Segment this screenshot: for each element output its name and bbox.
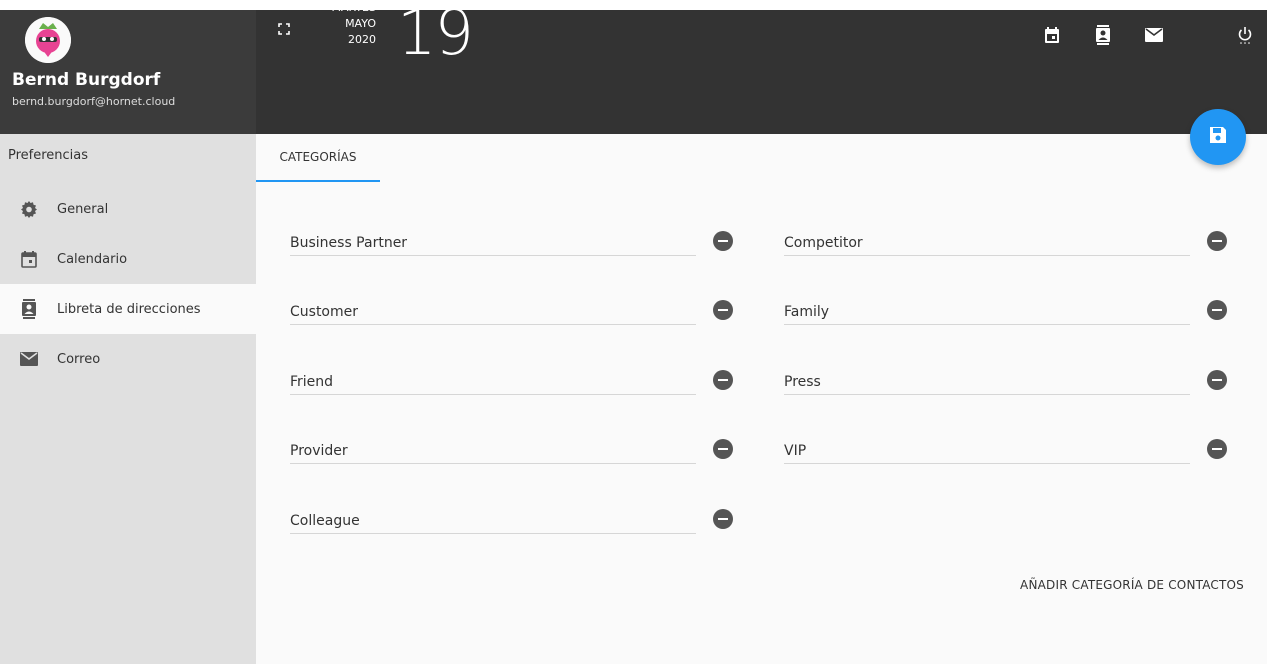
sidebar: Preferencias General Calendario Libreta … — [0, 134, 256, 664]
add-category-button[interactable]: AÑADIR CATEGORÍA DE CONTACTOS — [1020, 578, 1244, 592]
category-field[interactable]: Customer — [290, 295, 696, 325]
remove-category-button[interactable] — [1207, 439, 1227, 459]
main-content: CATEGORÍAS Business Partner Competitor C… — [256, 134, 1267, 664]
remove-category-button[interactable] — [713, 509, 733, 529]
remove-category-button[interactable] — [713, 370, 733, 390]
sidebar-item-label: General — [57, 201, 109, 217]
user-email: bernd.burgdorf@hornet.cloud — [12, 95, 176, 108]
fullscreen-icon[interactable] — [273, 18, 295, 40]
contacts-icon — [20, 299, 38, 319]
remove-category-button[interactable] — [713, 231, 733, 251]
sidebar-item-libreta-de-direcciones[interactable]: Libreta de direcciones — [0, 284, 256, 334]
remove-category-button[interactable] — [1207, 231, 1227, 251]
sidebar-title: Preferencias — [8, 148, 89, 163]
save-button[interactable] — [1190, 109, 1246, 165]
mail-icon — [20, 350, 38, 368]
sidebar-item-correo[interactable]: Correo — [0, 334, 256, 384]
sidebar-item-label: Calendario — [57, 251, 128, 267]
remove-category-button[interactable] — [713, 300, 733, 320]
category-field[interactable]: Press — [784, 365, 1190, 395]
category-field[interactable]: Family — [784, 295, 1190, 325]
sidebar-item-label: Libreta de direcciones — [57, 301, 201, 317]
category-field[interactable]: Colleague — [290, 504, 696, 534]
calendar-icon[interactable] — [1041, 24, 1063, 46]
date-display: MARTES MAYO 2020 — [320, 0, 376, 48]
user-panel: Bernd Burgdorf bernd.burgdorf@hornet.clo… — [0, 10, 256, 134]
category-field[interactable]: VIP — [784, 434, 1190, 464]
date-month: MAYO — [345, 17, 376, 30]
power-icon[interactable] — [1234, 24, 1256, 46]
remove-category-button[interactable] — [713, 439, 733, 459]
date-year: 2020 — [348, 33, 376, 46]
category-field[interactable]: Provider — [290, 434, 696, 464]
remove-category-button[interactable] — [1207, 370, 1227, 390]
sidebar-item-label: Correo — [57, 351, 101, 367]
contacts-icon[interactable] — [1092, 24, 1114, 46]
avatar[interactable] — [25, 17, 71, 63]
calendar-icon — [20, 250, 38, 268]
date-weekday: MARTES — [331, 1, 376, 14]
remove-category-button[interactable] — [1207, 300, 1227, 320]
category-field[interactable]: Business Partner — [290, 226, 696, 256]
user-name: Bernd Burgdorf — [12, 70, 161, 90]
sidebar-item-general[interactable]: General — [0, 184, 256, 234]
tab-categorias[interactable]: CATEGORÍAS — [256, 134, 380, 182]
category-field[interactable]: Friend — [290, 365, 696, 395]
sidebar-item-calendario[interactable]: Calendario — [0, 234, 256, 284]
mail-icon[interactable] — [1143, 24, 1165, 46]
date-day: 19 — [397, 0, 474, 69]
gear-icon — [20, 200, 38, 218]
category-field[interactable]: Competitor — [784, 226, 1190, 256]
floppy-disk-icon — [1209, 126, 1227, 148]
